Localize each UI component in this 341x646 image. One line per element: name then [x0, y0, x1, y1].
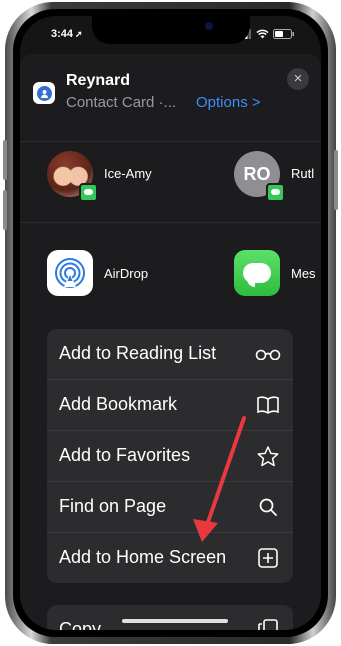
share-sheet: Reynard Contact Card ·... Options > × Ic… [20, 54, 321, 630]
action-list: Add to Reading List Add Bookmark Add to … [47, 329, 293, 583]
messages-badge-icon [266, 183, 285, 202]
search-icon [255, 495, 281, 519]
action-label: Find on Page [59, 496, 167, 516]
messages-badge-icon [79, 183, 98, 202]
copy-icon [255, 618, 281, 630]
action-list-secondary: Copy [47, 605, 293, 630]
add-square-icon [255, 546, 281, 570]
share-app-messages[interactable]: Mes [234, 250, 321, 300]
reading-list-glasses-icon [255, 342, 281, 366]
action-label: Copy [59, 619, 102, 630]
close-icon[interactable]: × [287, 68, 309, 90]
notch [92, 16, 250, 44]
action-label: Add to Home Screen [59, 547, 227, 567]
share-app-airdrop[interactable]: AirDrop [47, 250, 177, 300]
contact-suggestion-ice-amy[interactable]: Ice-Amy [47, 151, 177, 205]
status-time: 3:44 ➚ [51, 28, 83, 40]
action-add-to-reading-list[interactable]: Add to Reading List [47, 329, 293, 380]
side-button [334, 150, 338, 210]
action-label: Add Bookmark [59, 394, 178, 414]
app-name: Mes [291, 266, 316, 281]
share-title: Reynard [66, 72, 131, 89]
star-icon [255, 444, 281, 468]
contacts-app-icon [33, 82, 55, 104]
action-label: Add to Reading List [59, 343, 217, 363]
messages-icon [234, 250, 280, 296]
action-add-to-home-screen[interactable]: Add to Home Screen [47, 533, 293, 583]
location-icon: ➚ [75, 29, 83, 39]
app-name: AirDrop [104, 266, 149, 281]
wifi-icon [256, 29, 269, 42]
divider [20, 141, 321, 142]
volume-button-up [3, 140, 7, 180]
action-label: Add to Favorites [59, 445, 191, 465]
divider [20, 222, 321, 223]
airdrop-icon [47, 250, 93, 296]
action-add-bookmark[interactable]: Add Bookmark [47, 380, 293, 431]
contact-name: Ice-Amy [104, 166, 152, 181]
screen: 3:44 ➚ Reynard Contact Card ·... Options … [20, 16, 321, 630]
share-sheet-header: Reynard Contact Card ·... Options > × [20, 54, 321, 116]
action-copy[interactable]: Copy [47, 605, 293, 630]
camera [205, 22, 213, 30]
home-indicator[interactable] [122, 619, 228, 623]
volume-button-down [3, 190, 7, 230]
contact-suggestion-ruth[interactable]: RO Rutl [234, 151, 321, 205]
action-add-to-favorites[interactable]: Add to Favorites [47, 431, 293, 482]
action-find-on-page[interactable]: Find on Page [47, 482, 293, 533]
battery-icon [273, 29, 295, 42]
bookmark-book-icon [255, 393, 281, 417]
options-link[interactable]: Options > [196, 94, 261, 111]
share-subtitle: Contact Card ·... [66, 94, 177, 111]
contact-name: Rutl [291, 166, 315, 181]
